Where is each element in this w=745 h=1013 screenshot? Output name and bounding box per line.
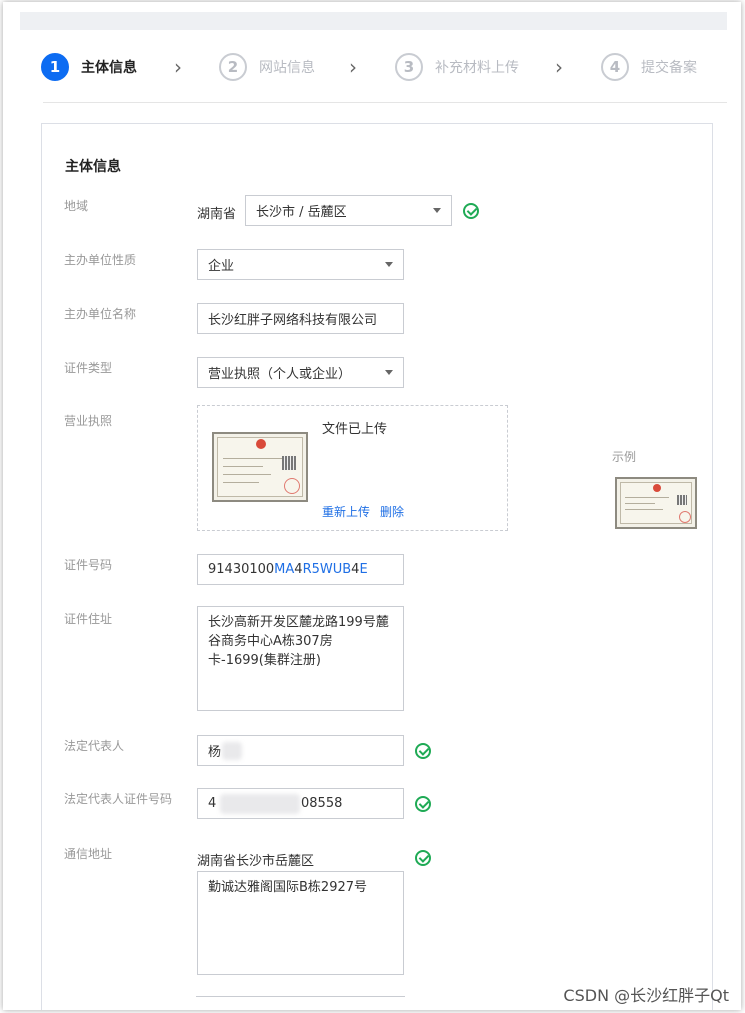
cert-number-part: MA (274, 562, 295, 577)
legal-rep-value: 杨 (208, 745, 222, 760)
step-2-number: 2 (219, 53, 247, 81)
mail-address-label: 通信地址 (64, 847, 113, 861)
cert-type-select[interactable]: 营业执照（个人或企业） (197, 357, 404, 388)
city-district-select[interactable]: 长沙市 / 岳麓区 (245, 195, 452, 226)
step-4[interactable]: 4 提交备案 (601, 51, 697, 83)
step-1-number: 1 (41, 53, 69, 81)
example-license-image (615, 477, 697, 529)
step-2-label: 网站信息 (259, 60, 315, 76)
org-type-label: 主办单位性质 (64, 253, 137, 267)
emblem-icon (256, 439, 266, 449)
chevron-down-icon (433, 208, 441, 213)
chevron-right-icon: › (174, 55, 182, 79)
org-type-value: 企业 (208, 259, 235, 274)
delete-link[interactable]: 删除 (380, 503, 404, 520)
top-bar (20, 12, 727, 30)
city-district-value: 长沙市 / 岳麓区 (256, 205, 347, 220)
step-1-label: 主体信息 (81, 60, 137, 76)
legal-rep-id-label: 法定代表人证件号码 (64, 792, 173, 806)
legal-rep-id-value: 4 (208, 796, 217, 811)
qr-code-icon (677, 495, 687, 505)
legal-rep-input[interactable]: 杨 (197, 735, 404, 766)
step-3[interactable]: 3 补充材料上传 (395, 51, 519, 83)
text-line (625, 509, 663, 510)
text-line (223, 482, 259, 483)
chevron-down-icon (385, 262, 393, 267)
mail-address-region: 湖南省长沙市岳麓区 (197, 854, 315, 869)
stamp-icon (284, 478, 300, 494)
cert-number-part: R5 (302, 562, 320, 577)
emblem-icon (653, 484, 661, 492)
step-1[interactable]: 1 主体信息 (41, 51, 137, 83)
text-line (625, 503, 655, 504)
step-3-label: 补充材料上传 (435, 60, 519, 76)
example-label: 示例 (612, 450, 637, 464)
cert-number-label: 证件号码 (64, 558, 113, 572)
chevron-down-icon (385, 370, 393, 375)
step-4-number: 4 (601, 53, 629, 81)
form-card: 主体信息 地域 湖南省 长沙市 / 岳麓区 主办单位性质 企业 主办单位名称 长… (41, 123, 713, 1010)
mail-address-detail: 勤诚达雅阁国际B栋2927号 (208, 880, 368, 895)
redaction-blur (220, 794, 300, 814)
reupload-link[interactable]: 重新上传 (322, 503, 370, 520)
cert-type-value: 营业执照（个人或企业） (208, 367, 352, 382)
cert-number-part: 91430100 (208, 562, 275, 577)
text-line (625, 497, 669, 498)
check-circle-icon (463, 203, 479, 219)
check-circle-icon (415, 850, 431, 866)
org-type-select[interactable]: 企业 (197, 249, 404, 280)
watermark: CSDN @长沙红胖子Qt (563, 986, 729, 1005)
upload-status: 文件已上传 (322, 422, 388, 437)
org-name-value: 长沙红胖子网络科技有限公司 (208, 313, 378, 328)
chevron-right-icon: › (349, 55, 357, 79)
step-2[interactable]: 2 网站信息 (219, 51, 315, 83)
legal-rep-id-input[interactable]: 4 08558 (197, 788, 404, 819)
redaction-blur (222, 742, 242, 760)
cert-number-part: E (359, 562, 368, 577)
region-province: 湖南省 (197, 207, 237, 222)
text-line (223, 474, 271, 475)
example-license-inner (620, 482, 692, 524)
steps-divider (43, 102, 727, 103)
cert-number-part: 4 (351, 562, 360, 577)
cert-number-part: 4 (294, 562, 303, 577)
legal-rep-id-tail: 08558 (301, 796, 343, 811)
step-4-label: 提交备案 (641, 60, 697, 76)
region-label: 地域 (64, 199, 89, 213)
check-circle-icon (415, 743, 431, 759)
next-field-edge (196, 996, 405, 1006)
cert-address-label: 证件住址 (64, 612, 113, 626)
cert-address-value: 长沙高新开发区麓龙路199号麓谷商务中心A栋307房卡-1699(集群注册) (208, 615, 389, 668)
license-thumbnail-inner (217, 437, 303, 497)
qr-code-icon (282, 456, 296, 470)
chevron-right-icon: › (555, 55, 563, 79)
license-upload-area[interactable]: 文件已上传 重新上传 删除 (197, 405, 508, 531)
org-name-input[interactable]: 长沙红胖子网络科技有限公司 (197, 303, 404, 334)
cert-number-input[interactable]: 91430100 MA 4 R5 WUB 4 E (197, 554, 404, 585)
cert-number-part: WUB (319, 562, 352, 577)
license-thumbnail (212, 432, 308, 502)
org-name-label: 主办单位名称 (64, 307, 137, 321)
legal-rep-label: 法定代表人 (64, 739, 125, 753)
license-label: 营业执照 (64, 414, 113, 428)
text-line (223, 466, 263, 467)
cert-address-textarea[interactable]: 长沙高新开发区麓龙路199号麓谷商务中心A栋307房卡-1699(集群注册) (197, 606, 404, 711)
check-circle-icon (415, 796, 431, 812)
text-line (223, 458, 283, 459)
stepper: 1 主体信息 › 2 网站信息 › 3 补充材料上传 › 4 提交备案 (41, 51, 731, 83)
step-3-number: 3 (395, 53, 423, 81)
section-title: 主体信息 (65, 159, 121, 175)
stamp-icon (679, 511, 691, 523)
page-frame: 1 主体信息 › 2 网站信息 › 3 补充材料上传 › 4 提交备案 主体信息… (3, 2, 741, 1010)
mail-address-textarea[interactable]: 勤诚达雅阁国际B栋2927号 (197, 871, 404, 975)
cert-type-label: 证件类型 (64, 361, 113, 375)
